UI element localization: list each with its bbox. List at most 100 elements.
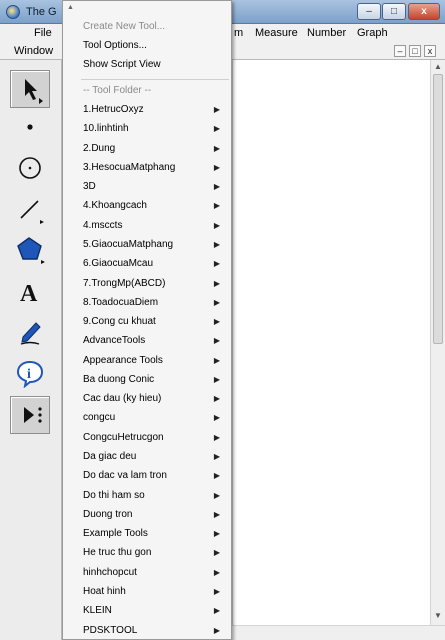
menu-folder-item-label: 2.Dung [83, 142, 116, 154]
scrollbar-thumb[interactable] [433, 74, 443, 344]
menu-folder-item[interactable]: 3D ▶ [83, 177, 228, 196]
menu-folder-item[interactable]: PDSKTOOL ▶ [83, 621, 228, 640]
menu-folder-item[interactable]: Do dac va lam tron ▶ [83, 466, 228, 485]
menu-folder-item[interactable]: 6.GiaocuaMcau ▶ [83, 254, 228, 273]
menu-file[interactable]: File [34, 27, 52, 39]
menu-separator [81, 79, 229, 80]
menu-folder-item[interactable]: AdvanceTools ▶ [83, 331, 228, 350]
custom-tools-menu: ▲ Create New Tool... Tool Options... Sho… [62, 0, 232, 640]
point-tool[interactable] [10, 108, 50, 146]
menu-folder-item[interactable]: 5.GiaocuaMatphang ▶ [83, 235, 228, 254]
doc-restore-button[interactable]: □ [409, 45, 421, 57]
custom-tool[interactable] [10, 396, 50, 434]
menu-folder-item-label: 8.ToadocuaDiem [83, 296, 159, 308]
submenu-arrow-icon: ▶ [213, 162, 220, 172]
doc-minimize-button[interactable]: – [394, 45, 406, 57]
doc-close-button[interactable]: x [424, 45, 436, 57]
menu-number[interactable]: Number [307, 27, 346, 39]
menu-folder-item[interactable]: Example Tools ▶ [83, 524, 228, 543]
polygon-tool[interactable] [10, 231, 50, 269]
menu-folder-item-label: Da giac deu [83, 451, 137, 463]
maximize-button[interactable]: □ [382, 3, 406, 20]
submenu-arrow-icon: ▶ [213, 471, 220, 481]
arrow-select-tool[interactable] [10, 70, 50, 108]
text-a-icon: A [20, 281, 38, 306]
scroll-up-arrow-icon[interactable]: ▲ [433, 62, 443, 72]
submenu-arrow-icon: ▶ [213, 490, 220, 500]
menu-graph[interactable]: Graph [357, 27, 388, 39]
vertical-scrollbar[interactable]: ▲ ▼ [430, 60, 445, 625]
menu-folder-item[interactable]: 4.msccts ▶ [83, 216, 228, 235]
circle-icon [19, 157, 41, 179]
menu-window[interactable]: Window [14, 45, 53, 57]
submenu-arrow-icon: ▶ [213, 239, 220, 249]
menu-show-script-view[interactable]: Show Script View [83, 55, 228, 74]
menu-folder-item-label: 1.HetrucOxyz [83, 104, 144, 115]
menu-folder-item[interactable]: KLEIN ▶ [83, 601, 228, 620]
information-tool[interactable]: i [10, 354, 50, 392]
menu-folder-item[interactable]: Hoat hinh ▶ [83, 582, 228, 601]
arrow-icon [25, 79, 43, 104]
menu-folder-item-label: Example Tools [83, 528, 148, 540]
menu-folder-item[interactable]: CongcuHetrucgon ▶ [83, 428, 228, 447]
menu-folder-item[interactable]: Appearance Tools ▶ [83, 351, 228, 370]
horizontal-scrollbar[interactable] [232, 625, 445, 640]
menu-folder-item[interactable]: Cac dau (ky hieu) ▶ [83, 389, 228, 408]
menu-tool-options[interactable]: Tool Options... [83, 36, 228, 55]
menu-folder-item[interactable]: 8.ToadocuaDiem ▶ [83, 293, 228, 312]
app-icon [6, 5, 20, 19]
menu-folder-item[interactable]: Duong tron ▶ [83, 505, 228, 524]
submenu-arrow-icon: ▶ [213, 432, 220, 442]
menu-folder-item[interactable]: 10.linhtinh ▶ [83, 119, 228, 138]
compass-tool[interactable] [10, 149, 50, 187]
tool-palette: A i [0, 60, 62, 640]
menu-folder-item-label: PDSKTOOL [83, 624, 138, 636]
submenu-arrow-icon: ▶ [213, 529, 220, 539]
menu-folder-item-label: Ba duong Conic [83, 373, 155, 385]
close-button[interactable]: x [408, 3, 440, 20]
scroll-down-arrow-icon[interactable]: ▼ [433, 611, 443, 621]
menu-folder-item-label: 3D [83, 181, 96, 193]
menu-folder-item-label: Duong tron [83, 508, 133, 520]
sketch-canvas[interactable] [232, 60, 430, 625]
menu-folder-item-label: CongcuHetrucgon [83, 431, 164, 443]
submenu-arrow-icon: ▶ [213, 587, 220, 596]
menu-folder-item-label: 9.Cong cu khuat [83, 316, 156, 328]
menu-folder-item[interactable]: He truc thu gon ▶ [83, 543, 228, 562]
submenu-arrow-icon: ▶ [213, 105, 220, 114]
menu-folder-item-label: 4.Khoangcach [83, 200, 147, 212]
menu-folder-item[interactable]: 3.HesocuaMatphang ▶ [83, 158, 228, 177]
submenu-arrow-icon: ▶ [213, 220, 220, 230]
submenu-arrow-icon: ▶ [213, 509, 220, 519]
menu-folder-item-label: 3.HesocuaMatphang [83, 161, 176, 173]
info-icon: i [16, 360, 44, 388]
text-tool[interactable]: A [10, 272, 50, 310]
menu-folder-item-label: He truc thu gon [83, 547, 152, 559]
menu-folder-item[interactable]: Da giac deu ▶ [83, 447, 228, 466]
menu-folder-item[interactable]: congcu ▶ [83, 408, 228, 427]
polygon-icon [17, 237, 45, 264]
menu-folder-item[interactable]: 2.Dung ▶ [83, 139, 228, 158]
menu-folder-item[interactable]: Do thi ham so ▶ [83, 486, 228, 505]
submenu-arrow-icon: ▶ [213, 394, 220, 404]
svg-text:i: i [27, 367, 31, 382]
menu-folder-item[interactable]: 7.TrongMp(ABCD) ▶ [83, 274, 228, 293]
menu-folder-item-label: Appearance Tools [83, 354, 163, 366]
straightedge-tool[interactable] [10, 190, 50, 228]
menu-folder-item[interactable]: 1.HetrucOxyz ▶ [83, 100, 228, 119]
menu-folder-item[interactable]: 4.Khoangcach ▶ [83, 196, 228, 215]
minimize-button[interactable]: – [357, 3, 381, 20]
menu-folder-item-label: 10.linhtinh [83, 123, 129, 135]
submenu-arrow-icon: ▶ [213, 336, 220, 346]
menu-folder-item[interactable]: 9.Cong cu khuat ▶ [83, 312, 228, 331]
menu-scroll-up-icon[interactable]: ▲ [67, 4, 74, 11]
menu-folder-item[interactable]: Ba duong Conic ▶ [83, 370, 228, 389]
custom-tool-icon [24, 407, 42, 423]
menu-folder-item[interactable]: hinhchopcut ▶ [83, 563, 228, 582]
menu-measure[interactable]: Measure [255, 27, 298, 39]
menu-folder-item-label: KLEIN [83, 605, 112, 617]
submenu-arrow-icon: ▶ [213, 548, 220, 558]
menu-partial-item[interactable]: m [234, 27, 243, 39]
menu-create-new-tool: Create New Tool... [83, 21, 166, 32]
marker-tool[interactable] [10, 313, 50, 351]
